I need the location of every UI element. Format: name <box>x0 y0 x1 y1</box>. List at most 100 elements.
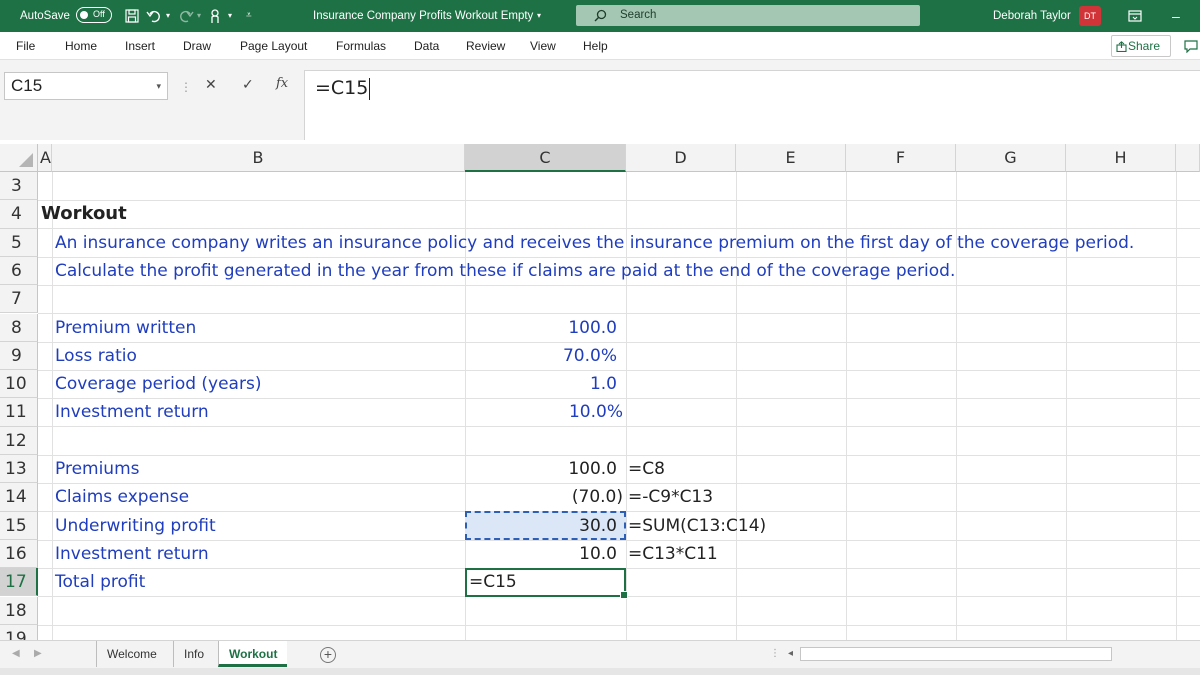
row-header-10[interactable]: 10 <box>0 370 38 399</box>
column-header-c[interactable]: C <box>465 144 626 172</box>
row-header-15[interactable]: 15 <box>0 511 38 540</box>
cell-a4[interactable]: Workout <box>41 200 127 228</box>
cell-c8[interactable]: 100.0 <box>465 314 617 342</box>
cell-b14[interactable]: Claims expense <box>55 483 189 511</box>
redo-icon[interactable] <box>178 8 194 24</box>
comments-icon[interactable] <box>1184 40 1198 53</box>
cell-c9[interactable]: 70.0% <box>465 342 617 370</box>
cell-d15[interactable]: =SUM(C13:C14) <box>628 512 766 540</box>
autosave-toggle[interactable]: Off <box>76 7 112 23</box>
column-header-h[interactable]: H <box>1066 144 1176 172</box>
name-box[interactable]: C15 ▾ <box>4 72 168 100</box>
avatar[interactable]: DT <box>1079 6 1101 26</box>
cell-c15[interactable]: 30.0 <box>465 512 617 540</box>
share-button[interactable]: Share <box>1111 35 1171 57</box>
scroll-left-icon[interactable]: ◀ <box>12 648 20 659</box>
cell-b6[interactable]: Calculate the profit generated in the ye… <box>55 257 955 285</box>
cell-c17-editing[interactable]: =C15 <box>469 568 517 596</box>
cell-d13[interactable]: =C8 <box>628 455 665 483</box>
column-header-a[interactable]: A <box>38 144 52 172</box>
ribbon-display-icon[interactable] <box>1127 8 1143 24</box>
column-header-b[interactable]: B <box>52 144 465 172</box>
row-header-9[interactable]: 9 <box>0 341 38 371</box>
row-header-12[interactable]: 12 <box>0 426 38 455</box>
tab-view[interactable]: View <box>530 32 556 60</box>
cell-b16[interactable]: Investment return <box>55 540 209 568</box>
worksheet-grid[interactable]: A B C D E F G H 3 4 5 6 7 8 9 10 11 12 1… <box>0 144 1200 640</box>
cell-b15[interactable]: Underwriting profit <box>55 512 216 540</box>
cell-b17[interactable]: Total profit <box>55 568 145 596</box>
formula-bar-grip-icon[interactable]: ⋮ <box>180 80 192 94</box>
tab-data[interactable]: Data <box>414 32 439 60</box>
row-header-3[interactable]: 3 <box>0 172 38 201</box>
tab-split-handle-icon[interactable]: ⋮ <box>770 648 780 659</box>
search-input[interactable]: Search <box>576 5 920 26</box>
undo-icon[interactable] <box>146 8 162 24</box>
row-header-4[interactable]: 4 <box>0 200 38 229</box>
cell-d16[interactable]: =C13*C11 <box>628 540 718 568</box>
redo-dropdown-icon[interactable]: ▾ <box>197 0 201 32</box>
column-header-d[interactable]: D <box>626 144 736 172</box>
tab-help[interactable]: Help <box>583 32 608 60</box>
autosave-state: Off <box>93 9 105 19</box>
insert-function-button[interactable]: fx <box>276 76 288 91</box>
formula-input[interactable]: =C15 <box>304 70 1200 140</box>
sheet-tab-info[interactable]: Info <box>173 641 214 667</box>
row-header-13[interactable]: 13 <box>0 455 38 484</box>
column-header-next[interactable] <box>1176 144 1200 172</box>
gridline <box>52 172 53 640</box>
tab-file[interactable]: File <box>16 32 35 60</box>
row-header-7[interactable]: 7 <box>0 285 38 314</box>
tab-draw[interactable]: Draw <box>183 32 211 60</box>
tab-review[interactable]: Review <box>466 32 505 60</box>
touch-dropdown-icon[interactable]: ▾ <box>228 0 232 32</box>
title-dropdown-icon[interactable]: ▾ <box>537 0 541 32</box>
name-box-dropdown-icon[interactable]: ▾ <box>156 73 161 99</box>
column-header-e[interactable]: E <box>736 144 846 172</box>
cell-c14[interactable]: (70.0) <box>465 483 623 511</box>
row-header-8[interactable]: 8 <box>0 313 38 342</box>
tab-insert[interactable]: Insert <box>125 32 155 60</box>
cancel-icon[interactable]: ✕ <box>205 76 217 93</box>
save-icon[interactable] <box>124 8 140 24</box>
row-header-18[interactable]: 18 <box>0 596 38 625</box>
touch-mode-icon[interactable] <box>207 8 223 24</box>
cell-c10[interactable]: 1.0 <box>465 370 617 398</box>
cell-b5[interactable]: An insurance company writes an insurance… <box>55 229 1134 257</box>
user-name[interactable]: Deborah Taylor <box>993 0 1071 32</box>
cell-c13[interactable]: 100.0 <box>465 455 617 483</box>
tab-home[interactable]: Home <box>65 32 97 60</box>
cell-b9[interactable]: Loss ratio <box>55 342 137 370</box>
autosave-label: AutoSave <box>20 10 70 22</box>
cell-c16[interactable]: 10.0 <box>465 540 617 568</box>
scroll-right-icon[interactable]: ▶ <box>34 648 42 659</box>
cell-b8[interactable]: Premium written <box>55 314 196 342</box>
cell-c11[interactable]: 10.0% <box>465 398 623 426</box>
cell-d14[interactable]: =-C9*C13 <box>628 483 713 511</box>
row-header-11[interactable]: 11 <box>0 398 38 427</box>
cell-b11[interactable]: Investment return <box>55 398 209 426</box>
cell-b13[interactable]: Premiums <box>55 455 140 483</box>
column-header-f[interactable]: F <box>846 144 956 172</box>
row-header-6[interactable]: 6 <box>0 256 38 286</box>
sheet-tab-welcome[interactable]: Welcome <box>96 641 167 667</box>
cell-b10[interactable]: Coverage period (years) <box>55 370 261 398</box>
horizontal-scrollbar[interactable] <box>800 647 1112 661</box>
enter-icon[interactable]: ✓ <box>242 76 254 93</box>
new-sheet-button[interactable]: + <box>320 647 336 663</box>
row-header-19[interactable]: 19 <box>0 624 38 640</box>
customize-toolbar-icon[interactable]: ⩡ <box>246 0 252 32</box>
tab-page-layout[interactable]: Page Layout <box>240 32 307 60</box>
tab-formulas[interactable]: Formulas <box>336 32 386 60</box>
sheet-tab-workout[interactable]: Workout <box>218 641 288 667</box>
minimize-icon[interactable]: – <box>1172 0 1180 32</box>
row-header-16[interactable]: 16 <box>0 539 38 569</box>
select-all-button[interactable] <box>0 144 38 172</box>
undo-dropdown-icon[interactable]: ▾ <box>166 0 170 32</box>
row-header-14[interactable]: 14 <box>0 483 38 512</box>
row-header-17[interactable]: 17 <box>0 568 38 597</box>
row-header-5[interactable]: 5 <box>0 228 38 257</box>
column-header-g[interactable]: G <box>956 144 1066 172</box>
hscroll-left-icon[interactable]: ◂ <box>788 648 793 659</box>
document-title[interactable]: Insurance Company Profits Workout Empty <box>313 0 533 32</box>
